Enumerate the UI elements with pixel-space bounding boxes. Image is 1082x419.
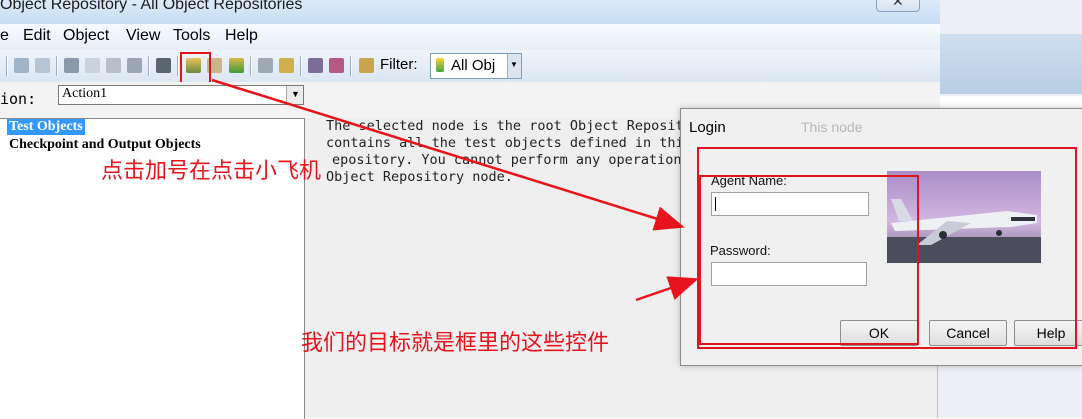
arrow-to-controls (635, 276, 699, 302)
arrow-to-dialog (211, 78, 685, 231)
annotation-arrows (211, 78, 699, 302)
